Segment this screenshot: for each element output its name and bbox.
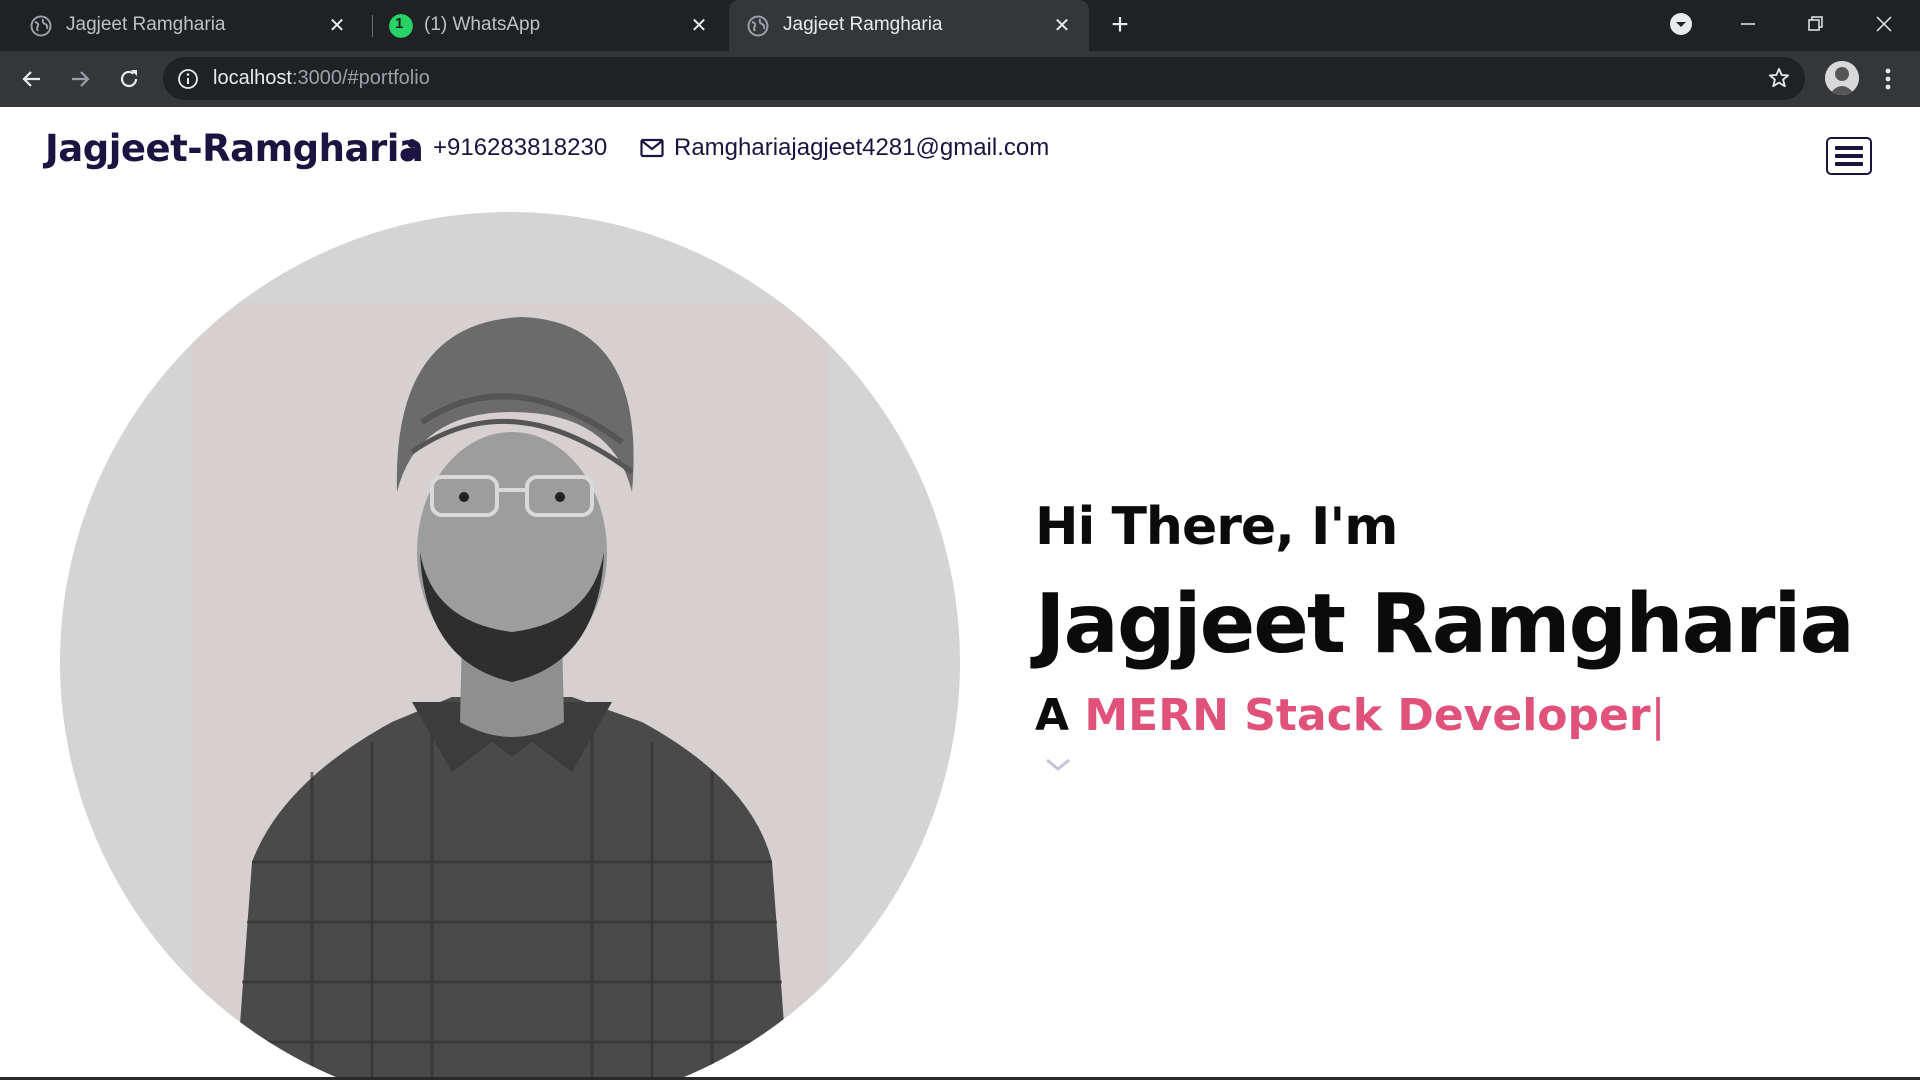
hero-name: Jagjeet Ramgharia (1035, 577, 1855, 672)
more-menu-icon[interactable] (1878, 65, 1898, 93)
reload-icon (120, 70, 138, 88)
browser-tab-3[interactable]: Jagjeet Ramgharia ✕ (729, 0, 1089, 51)
hamburger-line (1835, 146, 1863, 150)
reload-button[interactable] (114, 64, 144, 94)
close-icon (1876, 16, 1892, 32)
tab-search-button[interactable] (1663, 8, 1699, 40)
tab-title: Jagjeet Ramgharia (783, 14, 943, 35)
chevron-down-icon[interactable] (1043, 755, 1073, 775)
restore-button[interactable] (1798, 8, 1834, 40)
profile-photo-frame (60, 212, 960, 1080)
mail-icon (640, 138, 664, 158)
globe-icon (747, 15, 769, 37)
site-logo[interactable]: Jagjeet-Ramgharia (45, 127, 424, 170)
browser-toolbar: localhost:3000/#portfolio (0, 51, 1920, 107)
profile-avatar[interactable] (1825, 61, 1859, 95)
hamburger-line (1835, 162, 1863, 166)
avatar-icon (1825, 61, 1859, 95)
phone-contact[interactable]: +916283818230 (401, 134, 607, 162)
email-contact[interactable]: Ramghariajagjeet4281@gmail.com (640, 134, 1049, 162)
url-text: localhost:3000/#portfolio (213, 67, 430, 90)
unread-badge: 1 (395, 15, 404, 32)
browser-tab-1[interactable]: Jagjeet Ramgharia ✕ (0, 0, 364, 51)
person-portrait-image (192, 302, 828, 1080)
user-icon (403, 139, 421, 157)
minimize-button[interactable] (1730, 8, 1766, 40)
restore-icon (1808, 16, 1823, 31)
email-address: Ramghariajagjeet4281@gmail.com (674, 134, 1050, 161)
forward-button[interactable] (65, 64, 95, 94)
globe-icon (30, 15, 52, 37)
browser-tab-strip: Jagjeet Ramgharia ✕ 1 (1) WhatsApp ✕ Jag… (0, 0, 1920, 51)
portfolio-page: Jagjeet-Ramgharia +916283818230 Ramghari… (0, 107, 1920, 1080)
arrow-right-icon (72, 71, 90, 87)
phone-number: +916283818230 (433, 134, 608, 161)
hero-role: A MERN Stack Developer| (1035, 690, 1665, 741)
close-tab-icon[interactable]: ✕ (686, 12, 712, 38)
close-tab-icon[interactable]: ✕ (324, 12, 350, 38)
typing-cursor: | (1650, 690, 1666, 741)
tab-title: (1) WhatsApp (424, 14, 541, 35)
back-button[interactable] (17, 64, 47, 94)
address-bar[interactable]: localhost:3000/#portfolio (163, 57, 1805, 100)
chevron-down-circle-icon (1670, 13, 1692, 35)
role-prefix: A (1035, 690, 1085, 741)
bookmark-star-icon[interactable] (1767, 66, 1791, 90)
close-tab-icon[interactable]: ✕ (1049, 12, 1075, 38)
hero-greeting: Hi There, I'm (1035, 497, 1398, 557)
url-path: :3000/#portfolio (291, 67, 430, 89)
menu-toggle-button[interactable] (1826, 137, 1872, 175)
minimize-icon (1741, 23, 1755, 25)
close-window-button[interactable] (1866, 8, 1902, 40)
browser-tab-2[interactable]: 1 (1) WhatsApp ✕ (362, 0, 726, 51)
info-icon[interactable] (177, 68, 199, 90)
profile-photo (192, 302, 828, 1080)
tab-title: Jagjeet Ramgharia (66, 14, 226, 35)
new-tab-button[interactable]: + (1106, 10, 1134, 40)
hamburger-line (1835, 154, 1863, 158)
url-host: localhost (213, 67, 292, 89)
role-highlight: MERN Stack Developer (1084, 690, 1651, 741)
arrow-left-icon (22, 71, 40, 87)
